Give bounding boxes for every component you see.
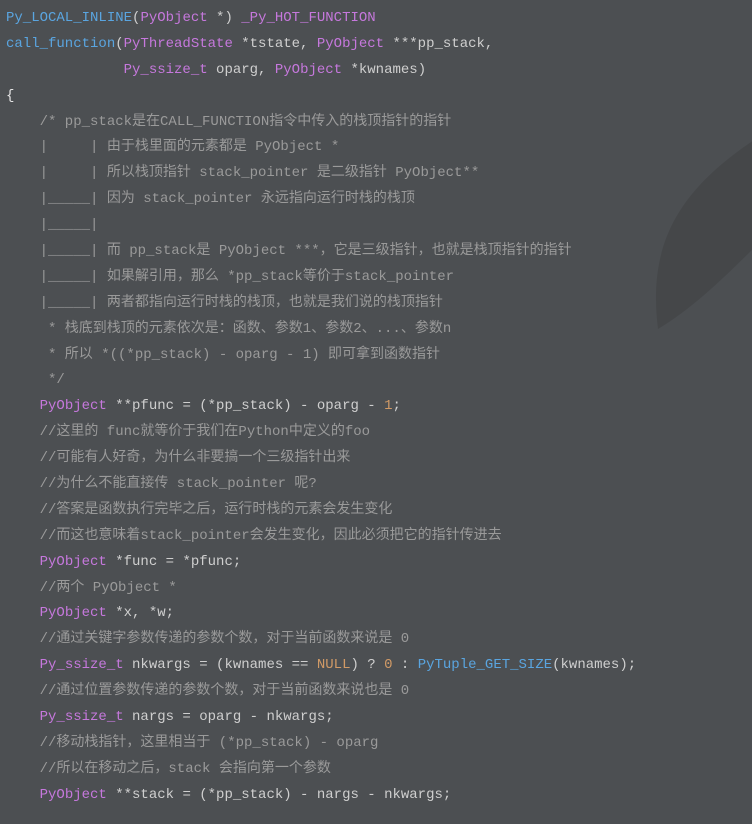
code-text: PyObject bbox=[40, 398, 107, 414]
code-comment: * 栈底到栈顶的元素依次是：函数、参数1、参数2、...、参数n bbox=[6, 321, 451, 337]
code-comment: //移动栈指针，这里相当于 (*pp_stack) - oparg bbox=[6, 735, 378, 751]
code-text: (kwnames); bbox=[552, 657, 636, 673]
code-text: oparg, bbox=[208, 62, 275, 78]
code-text: : bbox=[392, 657, 417, 673]
code-comment: //而这也意味着stack_pointer会发生变化，因此必须把它的指针传进去 bbox=[6, 528, 502, 544]
code-text: Py_ssize_t bbox=[40, 709, 124, 725]
code-text: ) ? bbox=[350, 657, 384, 673]
code-comment: |_____| 如果解引用，那么 *pp_stack等价于stack_point… bbox=[6, 269, 454, 285]
code-comment: * 所以 *((*pp_stack) - oparg - 1) 即可拿到函数指针 bbox=[6, 347, 440, 363]
code-text: Py_ssize_t bbox=[124, 62, 208, 78]
code-text: ***pp_stack, bbox=[384, 36, 493, 52]
code-text: { bbox=[6, 88, 14, 104]
code-text: PyObject bbox=[275, 62, 342, 78]
code-comment: | | 所以栈顶指针 stack_pointer 是二级指针 PyObject*… bbox=[6, 165, 479, 181]
code-text: *x, *w; bbox=[107, 605, 174, 621]
code-text: **pfunc = (*pp_stack) - oparg - bbox=[107, 398, 384, 414]
code-text: *) bbox=[208, 10, 242, 26]
code-text: ; bbox=[392, 398, 400, 414]
code-comment: |_____| bbox=[6, 217, 98, 233]
code-comment: //两个 PyObject * bbox=[6, 580, 177, 596]
code-text: *kwnames) bbox=[342, 62, 426, 78]
code-text: PyTuple_GET_SIZE bbox=[418, 657, 552, 673]
code-text: PyObject bbox=[317, 36, 384, 52]
code-text: call_function bbox=[6, 36, 115, 52]
code-comment: //通过关键字参数传递的参数个数，对于当前函数来说是 0 bbox=[6, 631, 409, 647]
code-text: PyObject bbox=[40, 605, 107, 621]
code-comment: */ bbox=[6, 372, 65, 388]
code-comment: |_____| 两者都指向运行时栈的栈顶，也就是我们说的栈顶指针 bbox=[6, 295, 443, 311]
code-comment: //答案是函数执行完毕之后，运行时栈的元素会发生变化 bbox=[6, 502, 392, 518]
code-comment: //可能有人好奇，为什么非要搞一个三级指针出来 bbox=[6, 450, 350, 466]
code-comment: //所以在移动之后，stack 会指向第一个参数 bbox=[6, 761, 331, 777]
code-text: Py_LOCAL_INLINE bbox=[6, 10, 132, 26]
code-comment: //这里的 func就等价于我们在Python中定义的foo bbox=[6, 424, 370, 440]
code-comment: | | 由于栈里面的元素都是 PyObject * bbox=[6, 139, 339, 155]
code-text: ( bbox=[115, 36, 123, 52]
code-block: Py_LOCAL_INLINE ( PyObject *) _Py_HOT_FUNC… bbox=[0, 0, 752, 815]
code-comment: /* pp_stack是在CALL_FUNCTION指令中传入的栈顶指针的指针 bbox=[6, 114, 451, 130]
code-text: PyThreadState bbox=[124, 36, 233, 52]
code-text: **stack = (*pp_stack) - nargs - nkwargs; bbox=[107, 787, 451, 803]
code-text: nkwargs = (kwnames == bbox=[124, 657, 317, 673]
code-text: *func = *pfunc; bbox=[107, 554, 241, 570]
code-text: *tstate, bbox=[233, 36, 317, 52]
code-comment: |_____| 而 pp_stack是 PyObject ***，它是三级指针，… bbox=[6, 243, 572, 259]
code-text: NULL bbox=[317, 657, 351, 673]
code-text: PyObject bbox=[140, 10, 207, 26]
code-comment: //为什么不能直接传 stack_pointer 呢? bbox=[6, 476, 317, 492]
code-comment: //通过位置参数传递的参数个数，对于当前函数来说也是 0 bbox=[6, 683, 409, 699]
code-text: PyObject bbox=[40, 554, 107, 570]
code-comment: |_____| 因为 stack_pointer 永远指向运行时栈的栈顶 bbox=[6, 191, 415, 207]
code-text: PyObject bbox=[40, 787, 107, 803]
code-text: nargs = oparg - nkwargs; bbox=[124, 709, 334, 725]
code-text bbox=[6, 62, 124, 78]
code-text: Py_ssize_t bbox=[40, 657, 124, 673]
code-text: _Py_HOT_FUNCTION bbox=[241, 10, 375, 26]
